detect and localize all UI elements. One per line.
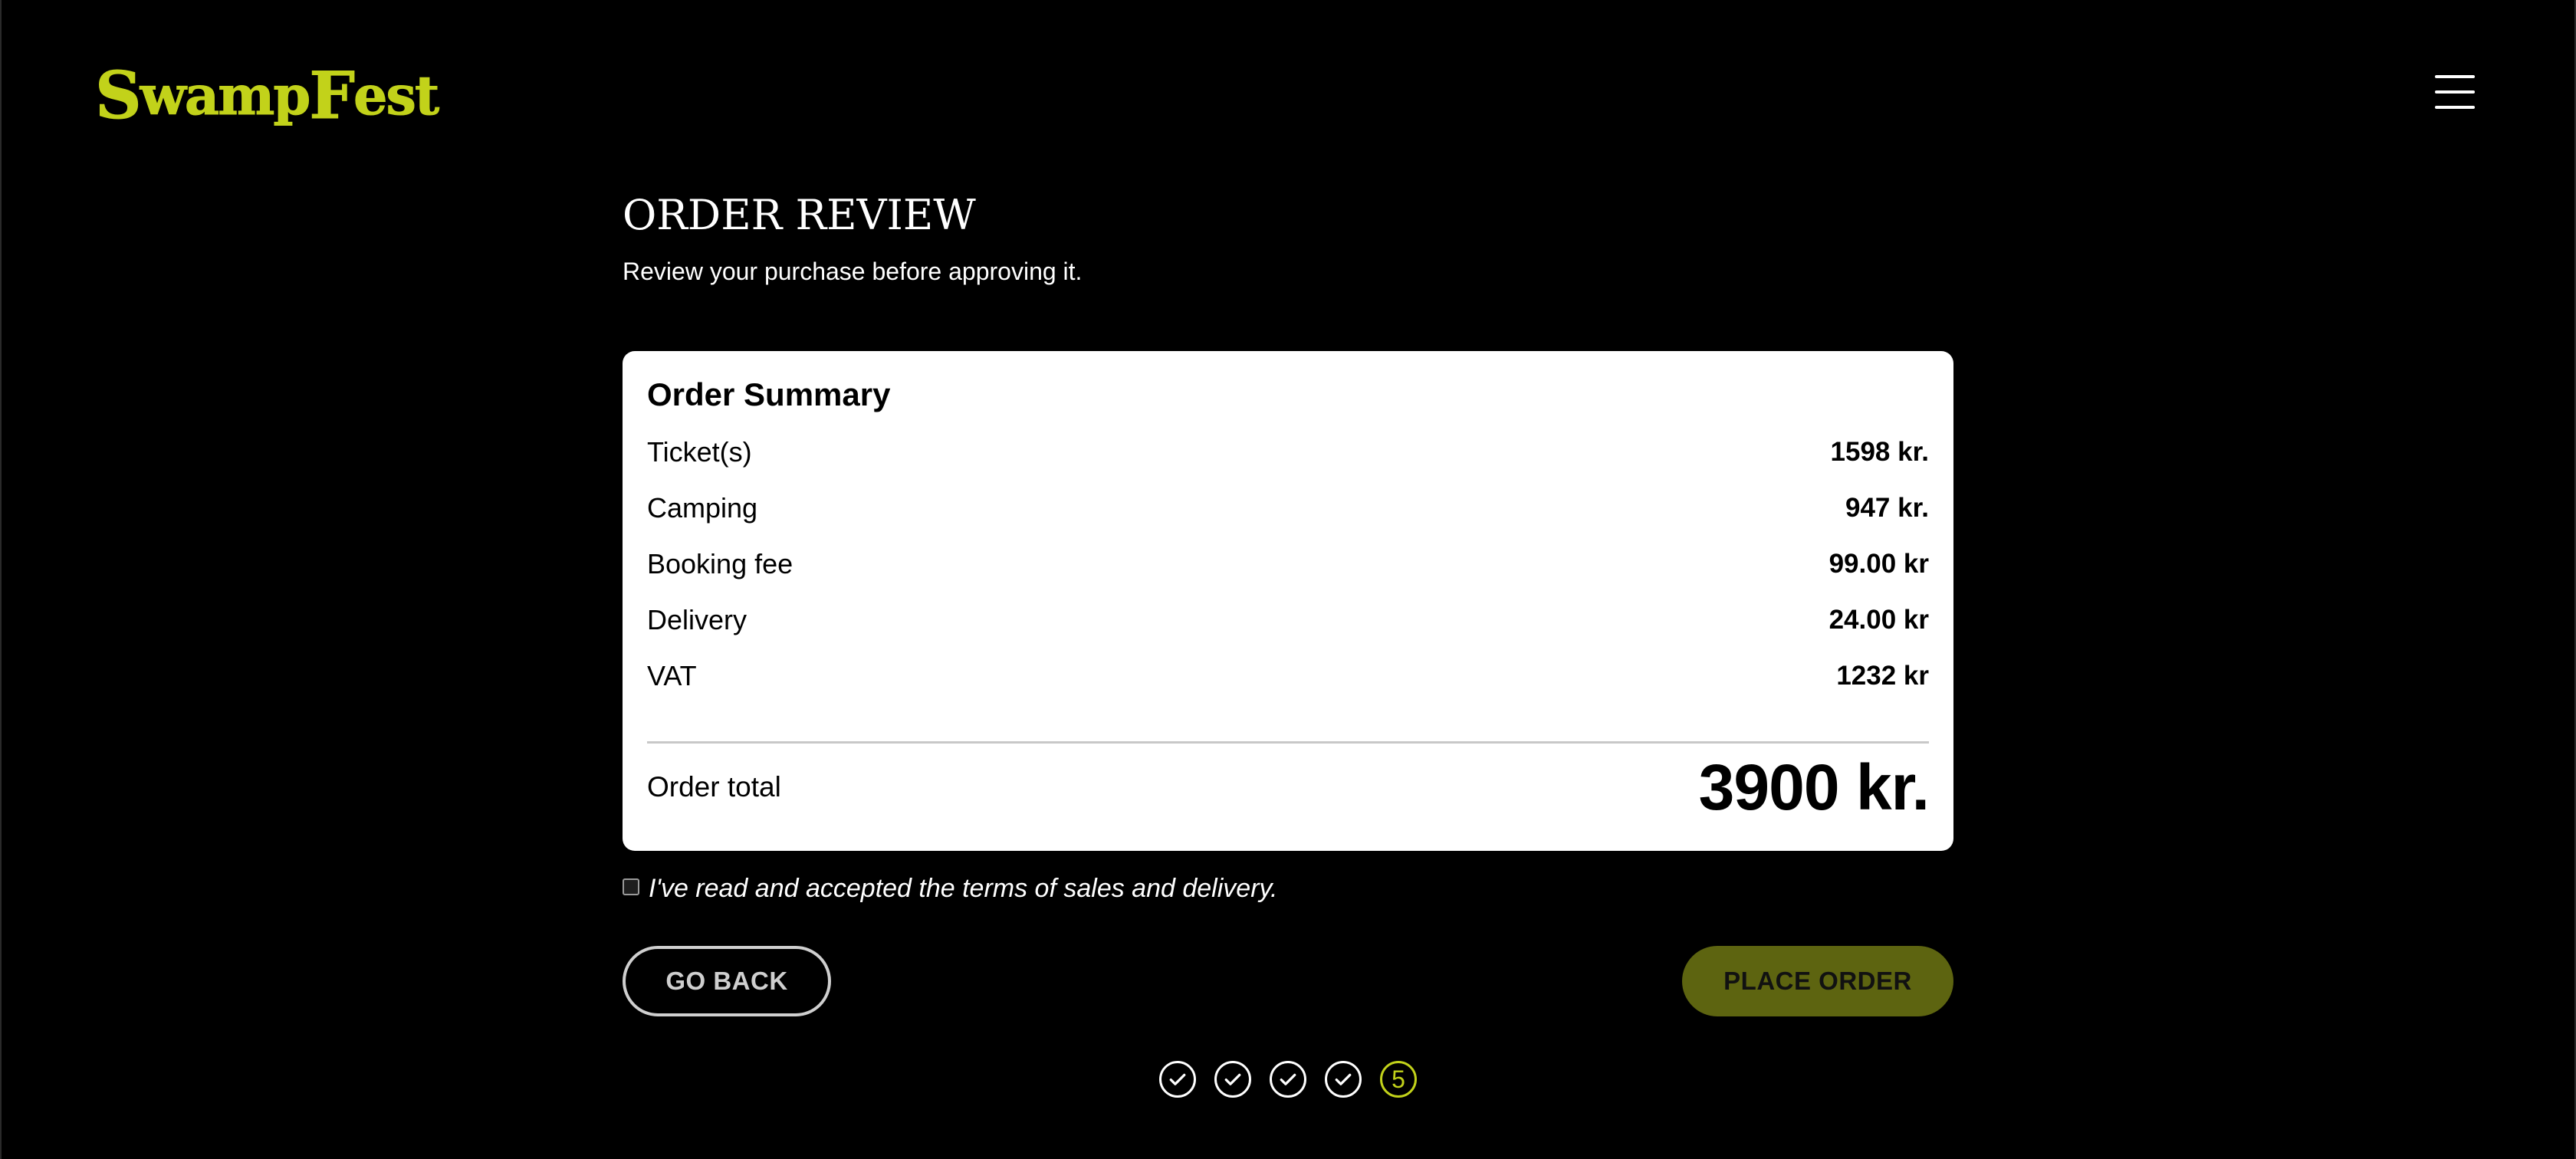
summary-row-label: Ticket(s) [647, 436, 752, 468]
order-summary-card: Order Summary Ticket(s) 1598 kr. Camping… [623, 351, 1953, 851]
page-title: ORDER REVIEW [623, 191, 976, 239]
summary-row-value: 99.00 kr [1829, 549, 1929, 579]
summary-row-vat: VAT 1232 kr [647, 656, 1929, 696]
terms-label: I've read and accepted the terms of sale… [649, 874, 1278, 903]
step-4-checkmark-circle-icon [1325, 1061, 1362, 1098]
summary-row-label: Delivery [647, 604, 748, 635]
summary-row-value: 1598 kr. [1830, 437, 1929, 467]
order-total-label: Order total [647, 771, 781, 803]
logo-word-est: est [353, 63, 439, 127]
place-order-button[interactable]: PLACE ORDER [1682, 946, 1953, 1016]
summary-row-value: 24.00 kr [1829, 605, 1929, 635]
summary-divider [647, 741, 1929, 744]
summary-row-booking-fee: Booking fee 99.00 kr [647, 544, 1929, 584]
step-1-checkmark-circle-icon [1159, 1061, 1196, 1098]
logo-letter-s: S [95, 57, 143, 133]
hamburger-line [2435, 90, 2475, 94]
summary-row-camping: Camping 947 kr. [647, 488, 1929, 528]
summary-row-value: 947 kr. [1845, 493, 1929, 523]
logo-letter-f: F [309, 57, 356, 133]
checkmark-icon [1280, 1073, 1296, 1085]
summary-row-label: Camping [647, 492, 758, 524]
summary-row-label: VAT [647, 660, 697, 691]
step-5-current-indicator: 5 [1380, 1061, 1417, 1098]
hamburger-menu-icon[interactable] [2435, 74, 2475, 112]
order-summary-title: Order Summary [647, 376, 891, 412]
logo-word-wamp: wamp [140, 63, 311, 127]
hamburger-line [2435, 75, 2475, 78]
order-total-row: Order total 3900 kr. [647, 745, 1930, 829]
summary-row-delivery: Delivery 24.00 kr [647, 600, 1929, 640]
summary-row-tickets: Ticket(s) 1598 kr. [647, 432, 1929, 472]
hamburger-line [2435, 106, 2475, 109]
checkmark-icon [1224, 1073, 1241, 1085]
checkmark-icon [1169, 1073, 1186, 1085]
page-subtitle: Review your purchase before approving it… [623, 258, 1083, 285]
checkmark-icon [1335, 1073, 1352, 1085]
swampfest-logo[interactable]: Swamp Fest [95, 57, 440, 133]
summary-row-value: 1232 kr [1836, 661, 1929, 691]
terms-checkbox[interactable] [623, 878, 639, 895]
terms-acceptance[interactable]: I've read and accepted the terms of sale… [623, 874, 1277, 904]
order-total-value: 3900 kr. [1698, 750, 1930, 823]
summary-row-label: Booking fee [647, 548, 794, 580]
step-2-checkmark-circle-icon [1214, 1061, 1251, 1098]
step-3-checkmark-circle-icon [1270, 1061, 1306, 1098]
checkout-progress-steps: 5 [1159, 1061, 1417, 1098]
go-back-button[interactable]: GO BACK [623, 946, 831, 1016]
